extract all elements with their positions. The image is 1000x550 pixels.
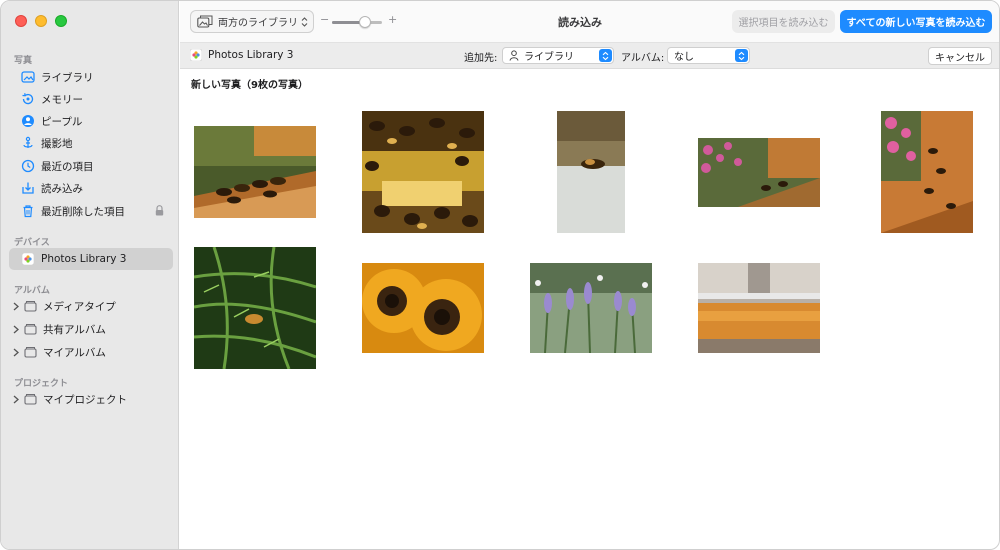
chevron-right-icon[interactable]: [12, 346, 20, 358]
chevron-updown-icon: [735, 49, 748, 62]
photos-import-window: 写真 ライブラリ メモリー ピープル 撮影地 最近の項目 読み込み 最近削除した…: [0, 0, 1000, 550]
sidebar-item-label: 最近削除した項目: [41, 205, 125, 218]
destination-popup[interactable]: ライブラリ: [502, 47, 614, 64]
photo-thumbnail[interactable]: [530, 263, 652, 353]
photo-thumbnail[interactable]: [362, 263, 484, 353]
sidebar-item-label: Photos Library 3: [41, 253, 127, 265]
folder-icon: [23, 299, 37, 313]
photo-thumbnail[interactable]: [698, 263, 820, 353]
zoom-out-label: −: [320, 13, 330, 26]
sidebar-item-label: メディアタイプ: [43, 300, 116, 313]
sidebar-section-photos: 写真: [14, 56, 33, 66]
zoom-knob[interactable]: [358, 16, 371, 28]
zoom-in-label: +: [388, 13, 398, 26]
sidebar: 写真 ライブラリ メモリー ピープル 撮影地 最近の項目 読み込み 最近削除した…: [1, 1, 179, 549]
sidebar-item-library[interactable]: ライブラリ: [9, 66, 173, 88]
sidebar-item-memories[interactable]: メモリー: [9, 88, 173, 110]
chevron-right-icon[interactable]: [12, 393, 20, 405]
device-bar: Photos Library 3 追加先: ライブラリ アルバム: なし キャン…: [180, 43, 999, 69]
sidebar-item-label: メモリー: [41, 93, 83, 106]
photo-thumbnail[interactable]: [557, 111, 625, 233]
sidebar-item-my-albums[interactable]: マイアルバム: [9, 341, 173, 363]
sidebar-item-label: マイアルバム: [43, 346, 106, 359]
photos-app-icon: [21, 252, 35, 266]
sidebar-item-shared-albums[interactable]: 共有アルバム: [9, 318, 173, 340]
photo-library-icon: [21, 70, 35, 84]
window-controls: [15, 15, 67, 27]
imports-icon: [21, 181, 35, 195]
sidebar-item-device[interactable]: Photos Library 3: [9, 248, 173, 270]
folder-icon: [23, 322, 37, 336]
chevron-right-icon[interactable]: [12, 300, 20, 312]
sidebar-item-label: マイプロジェクト: [43, 393, 127, 406]
sidebar-item-label: ライブラリ: [41, 71, 94, 84]
chevron-updown-icon: [301, 16, 308, 31]
toolbar: 両方のライブラリ − + 読み込み 選択項目を読み込む すべての新しい写真を読み…: [180, 1, 999, 43]
sidebar-item-label: 撮影地: [41, 137, 73, 150]
library-popup-button[interactable]: 両方のライブラリ: [190, 10, 314, 33]
album-popup[interactable]: なし: [667, 47, 750, 64]
sidebar-item-recents[interactable]: 最近の項目: [9, 155, 173, 177]
sidebar-item-places[interactable]: 撮影地: [9, 132, 173, 154]
folder-icon: [23, 345, 37, 359]
folder-icon: [23, 392, 37, 406]
library-popup-label: 両方のライブラリ: [218, 18, 298, 29]
sidebar-item-label: 共有アルバム: [43, 323, 106, 336]
device-name-label: Photos Library 3: [208, 49, 294, 61]
sidebar-item-label: ピープル: [41, 115, 83, 128]
minimize-window-button[interactable]: [35, 15, 47, 27]
album-label: アルバム:: [621, 53, 665, 64]
memories-icon: [21, 92, 35, 106]
libraries-icon: [197, 15, 213, 29]
sidebar-item-media-types[interactable]: メディアタイプ: [9, 295, 173, 317]
album-value: なし: [674, 52, 694, 63]
zoom-window-button[interactable]: [55, 15, 67, 27]
import-all-button[interactable]: すべての新しい写真を読み込む: [840, 10, 992, 33]
sidebar-item-label: 最近の項目: [41, 160, 94, 173]
photo-thumbnail[interactable]: [698, 138, 820, 207]
close-window-button[interactable]: [15, 15, 27, 27]
sidebar-item-recently-deleted[interactable]: 最近削除した項目: [9, 200, 173, 222]
sidebar-item-my-projects[interactable]: マイプロジェクト: [9, 388, 173, 410]
recents-icon: [21, 159, 35, 173]
sidebar-section-devices: デバイス: [14, 238, 50, 248]
people-icon: [21, 114, 35, 128]
sidebar-item-label: 読み込み: [41, 182, 83, 195]
zoom-track[interactable]: [332, 16, 382, 28]
window-title: 読み込み: [558, 16, 602, 29]
device-name: Photos Library 3: [190, 49, 294, 61]
photo-thumbnail[interactable]: [881, 111, 973, 233]
chevron-right-icon[interactable]: [12, 323, 20, 335]
photo-thumbnail[interactable]: [194, 126, 316, 218]
destination-value: ライブラリ: [524, 52, 574, 63]
cancel-button[interactable]: キャンセル: [928, 47, 992, 65]
sidebar-item-imports[interactable]: 読み込み: [9, 177, 173, 199]
destination-label: 追加先:: [464, 53, 498, 64]
person-icon: [509, 50, 519, 61]
places-icon: [21, 136, 35, 150]
lock-icon: [155, 205, 164, 219]
photo-thumbnail[interactable]: [194, 247, 316, 369]
sidebar-item-people[interactable]: ピープル: [9, 110, 173, 132]
zoom-slider[interactable]: − +: [320, 13, 398, 30]
photo-thumbnail[interactable]: [362, 111, 484, 233]
photos-app-icon: [190, 49, 202, 61]
new-photos-heading: 新しい写真（9枚の写真）: [191, 80, 308, 91]
trash-icon: [21, 204, 35, 218]
chevron-updown-icon: [599, 49, 612, 62]
import-selected-button[interactable]: 選択項目を読み込む: [732, 10, 835, 33]
